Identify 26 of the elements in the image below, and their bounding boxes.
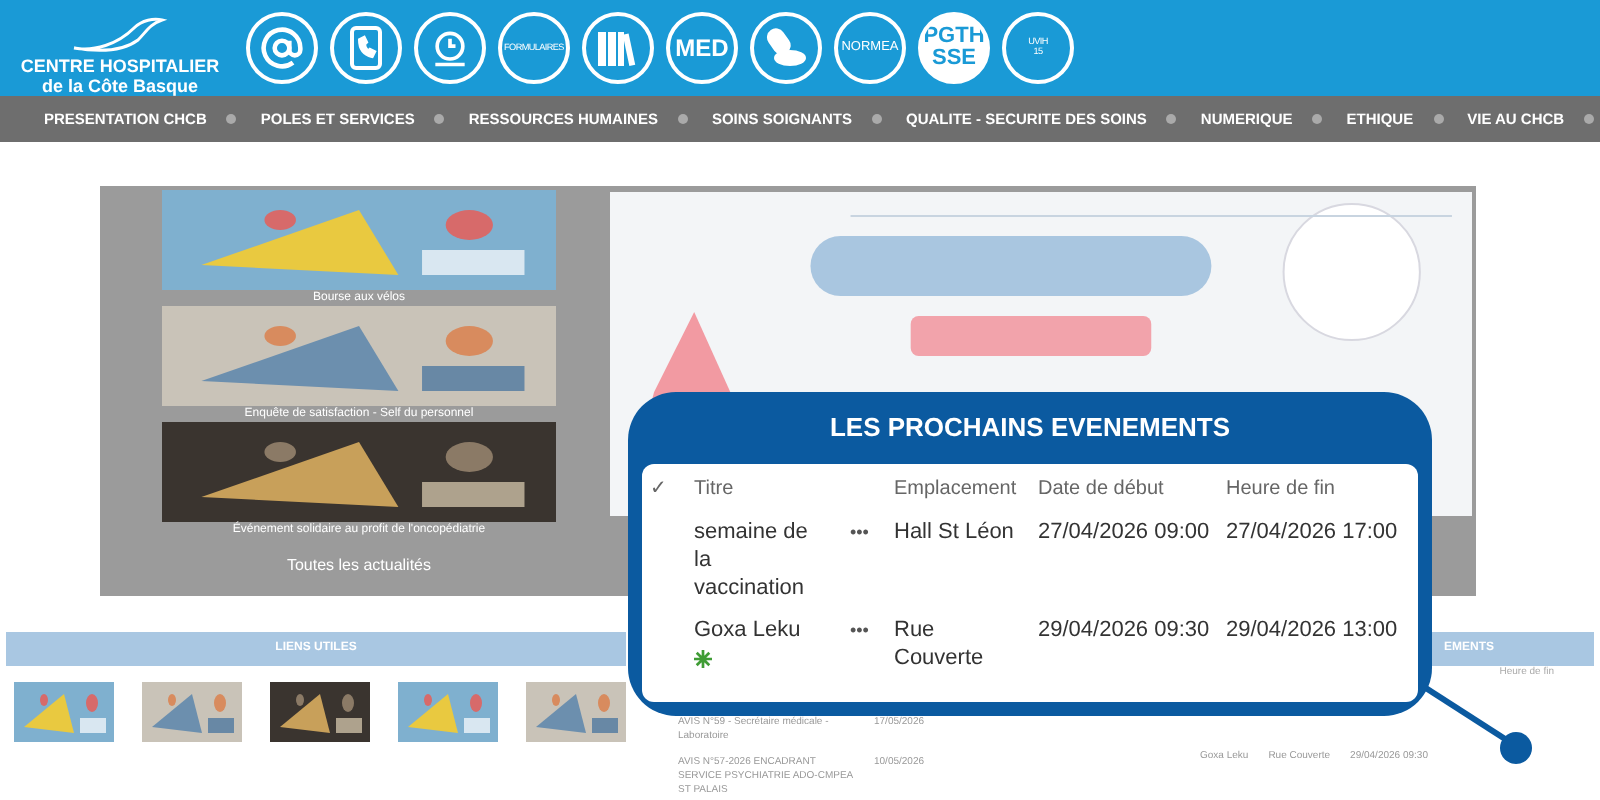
column-header: Titre (694, 476, 736, 504)
table-cell-text: Hall St Léon (894, 518, 1016, 546)
table-cell-text: 29/04/2026 13:00 (1226, 616, 1400, 644)
table-cell-text: 27/04/2026 17:00 (1226, 518, 1400, 546)
column-header: Heure de fin (1226, 476, 1337, 504)
column-header: Emplacement (894, 476, 1019, 504)
shortcut-button[interactable]: MED (666, 12, 738, 84)
callout-title: LES PROCHAINS EVENEMENTS (827, 410, 1233, 447)
phone-book-icon[interactable] (330, 12, 402, 84)
at-sign-icon[interactable] (246, 12, 318, 84)
new-icon (694, 650, 712, 668)
pills-icon[interactable] (750, 12, 822, 84)
table-cell-text: 29/04/2026 09:30 (1038, 616, 1212, 644)
logo-text: CENTRE HOSPITALIER (20, 56, 220, 76)
all-news-link[interactable]: Toutes les actualités (286, 554, 432, 578)
table-cell-text: Rue Couverte (894, 616, 986, 672)
more-button[interactable]: ••• (850, 518, 894, 546)
clock-icon[interactable] (414, 12, 486, 84)
more-button[interactable]: ••• (850, 616, 894, 644)
table-cell-text: 27/04/2026 09:00 (1038, 518, 1212, 546)
event-title[interactable]: Goxa Leku (694, 616, 801, 644)
books-icon[interactable] (582, 12, 654, 84)
column-header: Date de début (1038, 476, 1166, 504)
event-title[interactable]: semaine de la vaccination (694, 518, 822, 602)
check-icon: ✓ (650, 474, 694, 504)
logo-text: de la Côte Basque (41, 76, 199, 96)
